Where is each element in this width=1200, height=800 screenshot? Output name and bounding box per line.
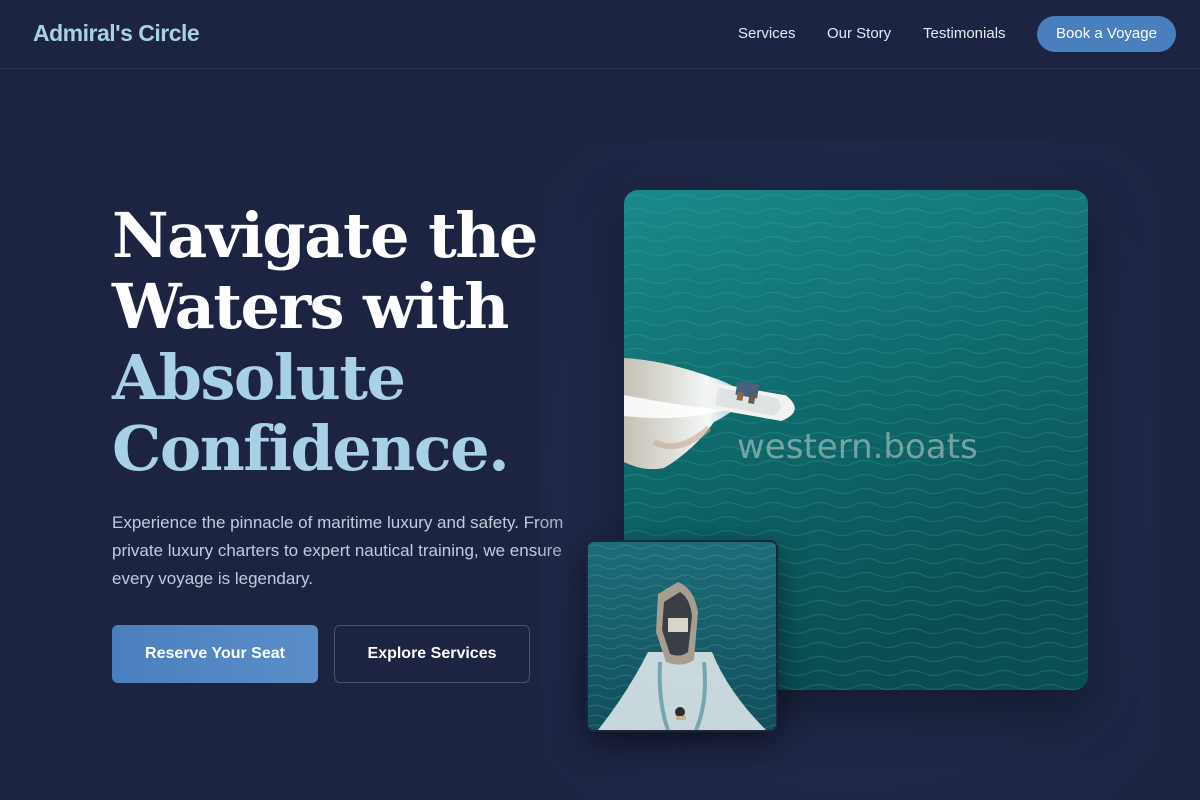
nav-link-testimonials[interactable]: Testimonials bbox=[923, 25, 1006, 42]
explore-services-button[interactable]: Explore Services bbox=[334, 625, 530, 683]
hero-title-accent-line-1: Absolute bbox=[112, 341, 406, 414]
hero-subtitle: Experience the pinnacle of maritime luxu… bbox=[112, 513, 564, 588]
nav-link-services[interactable]: Services bbox=[738, 25, 796, 42]
hero-secondary-image bbox=[586, 540, 778, 732]
image-watermark: western.boats bbox=[737, 427, 978, 467]
book-voyage-button[interactable]: Book a Voyage bbox=[1037, 16, 1176, 52]
hero-title-accent-line-2: Confidence. bbox=[112, 412, 510, 485]
brand-logo[interactable]: Admiral's Circle bbox=[33, 20, 200, 47]
reserve-seat-button[interactable]: Reserve Your Seat bbox=[112, 625, 318, 683]
nav-link-our-story[interactable]: Our Story bbox=[827, 25, 891, 42]
hero-title: Navigate the Waters with Absolute Confid… bbox=[112, 200, 592, 484]
hero-title-line-2: Waters with bbox=[112, 270, 509, 343]
top-nav: Admiral's Circle Services Our Story Test… bbox=[0, 0, 1200, 69]
wakeboard-boat-photo bbox=[588, 542, 776, 730]
hero-title-line-1: Navigate the bbox=[112, 199, 538, 272]
